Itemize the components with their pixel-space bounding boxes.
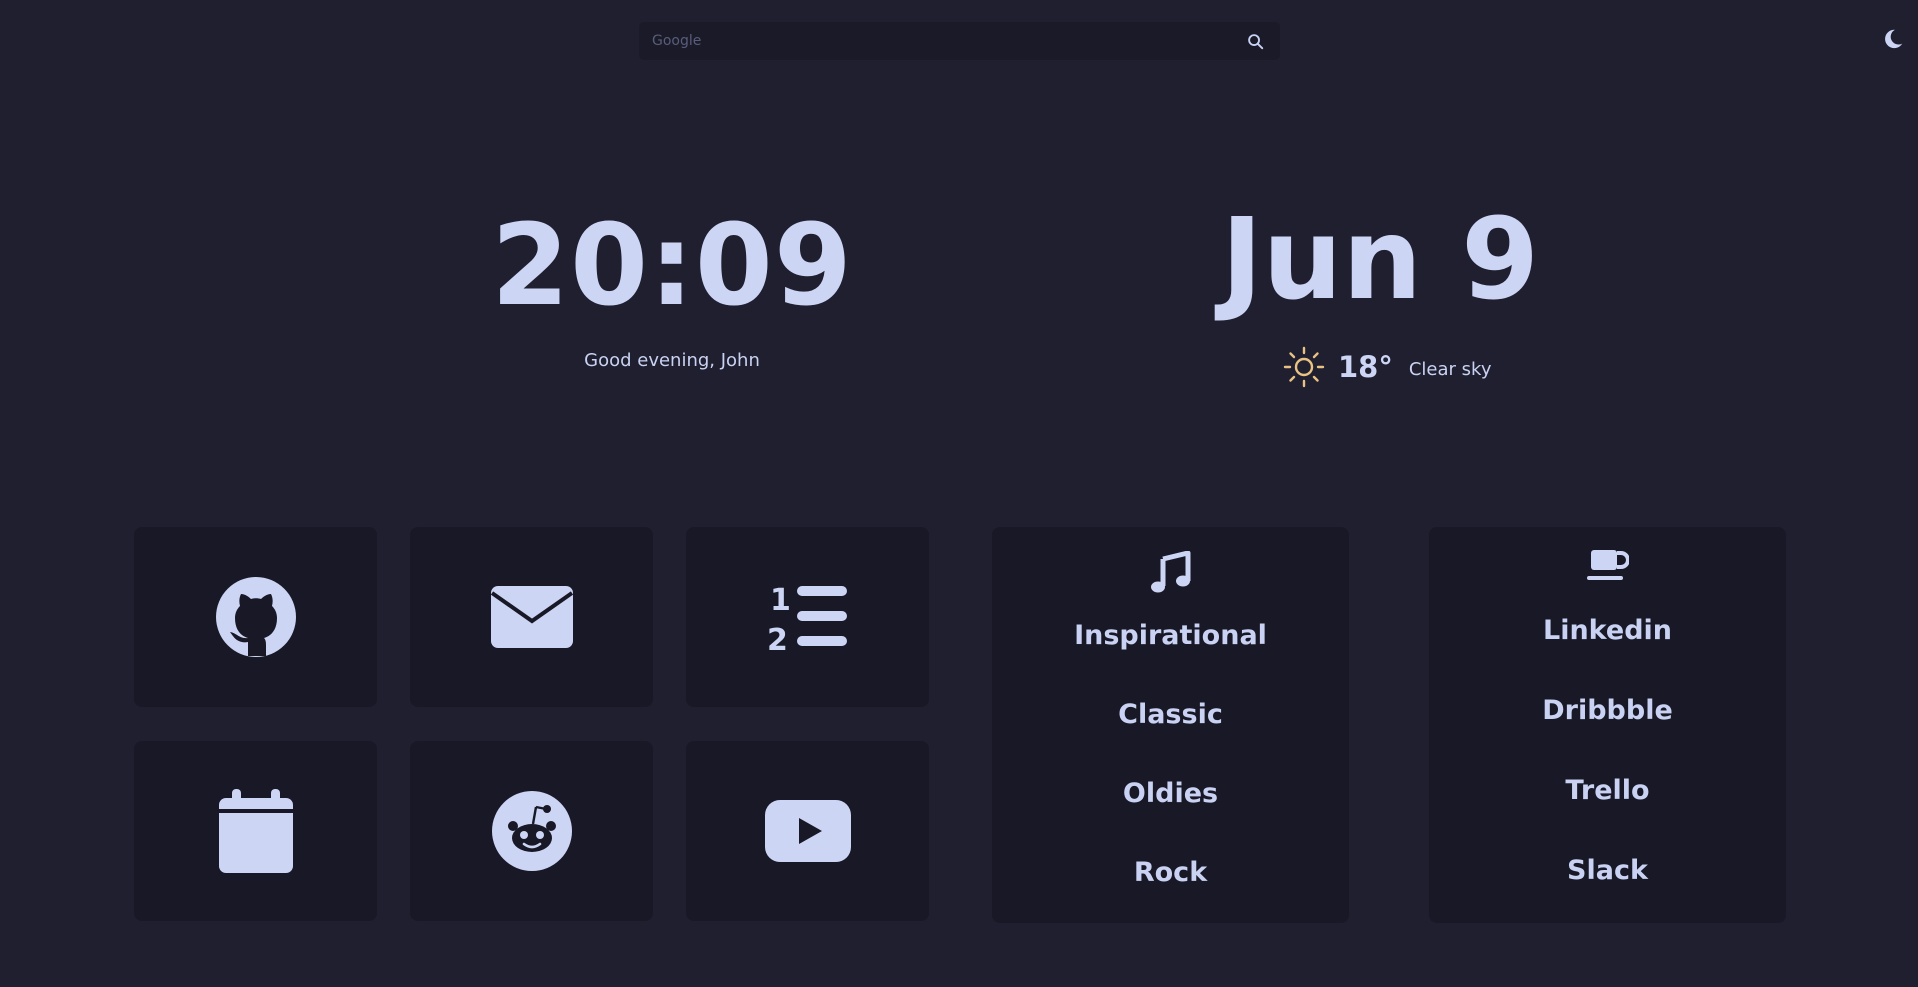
clock-time: 20:09	[491, 201, 853, 331]
startpage: 20:09 Good evening, John Jun 9 18° Clear…	[0, 0, 1918, 987]
github-tile[interactable]	[134, 527, 377, 707]
weather-description: Clear sky	[1408, 358, 1492, 380]
work-link-dribbble[interactable]: Dribbble	[1429, 694, 1786, 728]
numbered-list-icon: 1 2	[767, 583, 847, 654]
sun-icon	[1283, 346, 1325, 388]
music-note-icon	[1150, 551, 1190, 593]
search-icon[interactable]	[1247, 33, 1264, 50]
music-link-classic[interactable]: Classic	[992, 698, 1349, 732]
music-link-rock[interactable]: Rock	[992, 856, 1349, 890]
work-link-trello[interactable]: Trello	[1429, 774, 1786, 808]
weather-temperature: 18°	[1338, 350, 1393, 384]
date-text: Jun 9	[1220, 195, 1540, 325]
moon-icon[interactable]	[1882, 27, 1904, 51]
reddit-tile[interactable]	[410, 741, 653, 921]
svg-text:2: 2	[767, 623, 788, 654]
todo-list-tile[interactable]: 1 2	[686, 527, 929, 707]
greeting-text: Good evening, John	[584, 350, 760, 371]
work-link-linkedin[interactable]: Linkedin	[1429, 614, 1786, 648]
github-icon	[215, 577, 296, 657]
mail-icon	[490, 586, 573, 648]
search-bar	[639, 22, 1280, 60]
search-input[interactable]	[639, 22, 1229, 60]
work-link-slack[interactable]: Slack	[1429, 854, 1786, 888]
coffee-cup-icon	[1586, 550, 1629, 580]
music-link-oldies[interactable]: Oldies	[992, 777, 1349, 811]
svg-text:1: 1	[770, 583, 791, 618]
music-link-inspirational[interactable]: Inspirational	[992, 619, 1349, 653]
calendar-tile[interactable]	[134, 741, 377, 921]
youtube-tile[interactable]	[686, 741, 929, 921]
reddit-icon	[491, 791, 572, 871]
mail-tile[interactable]	[410, 527, 653, 707]
work-card: Linkedin Dribbble Trello Slack	[1429, 527, 1786, 923]
music-card: Inspirational Classic Oldies Rock	[992, 527, 1349, 923]
calendar-icon	[218, 789, 293, 873]
weather-widget: 18° Clear sky	[1283, 345, 1491, 389]
youtube-icon	[764, 800, 851, 862]
